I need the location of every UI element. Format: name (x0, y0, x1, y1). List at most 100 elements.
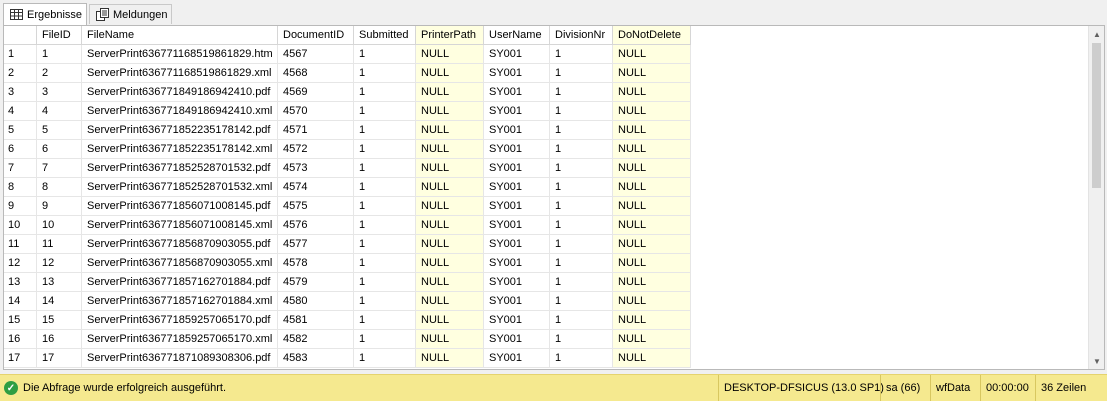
cell-fileid[interactable]: 16 (37, 330, 82, 349)
cell-username[interactable]: SY001 (484, 64, 550, 83)
cell-username[interactable]: SY001 (484, 311, 550, 330)
scroll-down-icon[interactable]: ▼ (1089, 353, 1104, 369)
column-header-divisionnr[interactable]: DivisionNr (550, 26, 613, 45)
cell-filename[interactable]: ServerPrint636771168519861829.htm (82, 45, 278, 64)
cell-submitted[interactable]: 1 (354, 159, 416, 178)
vertical-scrollbar[interactable]: ▲ ▼ (1088, 26, 1104, 369)
scroll-up-icon[interactable]: ▲ (1089, 26, 1104, 42)
cell-submitted[interactable]: 1 (354, 178, 416, 197)
column-header-printerpath[interactable]: PrinterPath (416, 26, 484, 45)
cell-submitted[interactable]: 1 (354, 45, 416, 64)
cell-donotdelete[interactable]: NULL (613, 330, 691, 349)
cell-documentid[interactable]: 4571 (278, 121, 354, 140)
cell-submitted[interactable]: 1 (354, 254, 416, 273)
cell-fileid[interactable]: 17 (37, 349, 82, 368)
cell-fileid[interactable]: 4 (37, 102, 82, 121)
cell-fileid[interactable]: 3 (37, 83, 82, 102)
cell-documentid[interactable]: 4578 (278, 254, 354, 273)
cell-filename[interactable]: ServerPrint636771857162701884.pdf (82, 273, 278, 292)
cell-donotdelete[interactable]: NULL (613, 121, 691, 140)
cell-username[interactable]: SY001 (484, 330, 550, 349)
cell-divisionnr[interactable]: 1 (550, 64, 613, 83)
cell-submitted[interactable]: 1 (354, 197, 416, 216)
cell-fileid[interactable]: 9 (37, 197, 82, 216)
cell-divisionnr[interactable]: 1 (550, 292, 613, 311)
cell-printerpath[interactable]: NULL (416, 330, 484, 349)
cell-donotdelete[interactable]: NULL (613, 159, 691, 178)
cell-fileid[interactable]: 15 (37, 311, 82, 330)
cell-fileid[interactable]: 2 (37, 64, 82, 83)
cell-donotdelete[interactable]: NULL (613, 178, 691, 197)
cell-username[interactable]: SY001 (484, 83, 550, 102)
cell-divisionnr[interactable]: 1 (550, 273, 613, 292)
cell-username[interactable]: SY001 (484, 349, 550, 368)
cell-username[interactable]: SY001 (484, 102, 550, 121)
cell-submitted[interactable]: 1 (354, 311, 416, 330)
cell-printerpath[interactable]: NULL (416, 178, 484, 197)
row-number[interactable]: 2 (4, 64, 37, 83)
cell-documentid[interactable]: 4567 (278, 45, 354, 64)
cell-documentid[interactable]: 4569 (278, 83, 354, 102)
cell-donotdelete[interactable]: NULL (613, 102, 691, 121)
cell-username[interactable]: SY001 (484, 254, 550, 273)
cell-fileid[interactable]: 5 (37, 121, 82, 140)
cell-submitted[interactable]: 1 (354, 349, 416, 368)
cell-divisionnr[interactable]: 1 (550, 102, 613, 121)
cell-username[interactable]: SY001 (484, 140, 550, 159)
cell-printerpath[interactable]: NULL (416, 83, 484, 102)
cell-donotdelete[interactable]: NULL (613, 273, 691, 292)
cell-donotdelete[interactable]: NULL (613, 64, 691, 83)
cell-documentid[interactable]: 4568 (278, 64, 354, 83)
cell-username[interactable]: SY001 (484, 273, 550, 292)
cell-printerpath[interactable]: NULL (416, 216, 484, 235)
cell-filename[interactable]: ServerPrint636771871089308306.pdf (82, 349, 278, 368)
cell-documentid[interactable]: 4580 (278, 292, 354, 311)
cell-printerpath[interactable]: NULL (416, 140, 484, 159)
row-number[interactable]: 5 (4, 121, 37, 140)
cell-filename[interactable]: ServerPrint636771856870903055.xml (82, 254, 278, 273)
cell-submitted[interactable]: 1 (354, 235, 416, 254)
cell-submitted[interactable]: 1 (354, 121, 416, 140)
cell-divisionnr[interactable]: 1 (550, 159, 613, 178)
cell-divisionnr[interactable]: 1 (550, 216, 613, 235)
row-number[interactable]: 6 (4, 140, 37, 159)
cell-printerpath[interactable]: NULL (416, 45, 484, 64)
cell-printerpath[interactable]: NULL (416, 273, 484, 292)
cell-donotdelete[interactable]: NULL (613, 254, 691, 273)
cell-donotdelete[interactable]: NULL (613, 197, 691, 216)
tab-messages[interactable]: Meldungen (89, 4, 172, 24)
cell-filename[interactable]: ServerPrint636771857162701884.xml (82, 292, 278, 311)
cell-submitted[interactable]: 1 (354, 102, 416, 121)
cell-documentid[interactable]: 4575 (278, 197, 354, 216)
cell-printerpath[interactable]: NULL (416, 121, 484, 140)
cell-filename[interactable]: ServerPrint636771852235178142.pdf (82, 121, 278, 140)
cell-donotdelete[interactable]: NULL (613, 45, 691, 64)
cell-fileid[interactable]: 14 (37, 292, 82, 311)
scrollbar-thumb[interactable] (1092, 43, 1101, 188)
cell-printerpath[interactable]: NULL (416, 64, 484, 83)
cell-fileid[interactable]: 13 (37, 273, 82, 292)
cell-documentid[interactable]: 4583 (278, 349, 354, 368)
row-number[interactable]: 7 (4, 159, 37, 178)
cell-submitted[interactable]: 1 (354, 64, 416, 83)
cell-divisionnr[interactable]: 1 (550, 83, 613, 102)
cell-filename[interactable]: ServerPrint636771856071008145.xml (82, 216, 278, 235)
cell-username[interactable]: SY001 (484, 292, 550, 311)
row-number[interactable]: 11 (4, 235, 37, 254)
column-header-row-number[interactable] (4, 26, 37, 45)
row-number[interactable]: 1 (4, 45, 37, 64)
cell-submitted[interactable]: 1 (354, 330, 416, 349)
cell-donotdelete[interactable]: NULL (613, 216, 691, 235)
cell-divisionnr[interactable]: 1 (550, 254, 613, 273)
row-number[interactable]: 13 (4, 273, 37, 292)
column-header-username[interactable]: UserName (484, 26, 550, 45)
cell-filename[interactable]: ServerPrint636771852528701532.pdf (82, 159, 278, 178)
cell-printerpath[interactable]: NULL (416, 159, 484, 178)
cell-username[interactable]: SY001 (484, 197, 550, 216)
cell-printerpath[interactable]: NULL (416, 235, 484, 254)
cell-donotdelete[interactable]: NULL (613, 83, 691, 102)
cell-filename[interactable]: ServerPrint636771859257065170.pdf (82, 311, 278, 330)
cell-documentid[interactable]: 4574 (278, 178, 354, 197)
cell-printerpath[interactable]: NULL (416, 197, 484, 216)
cell-fileid[interactable]: 10 (37, 216, 82, 235)
